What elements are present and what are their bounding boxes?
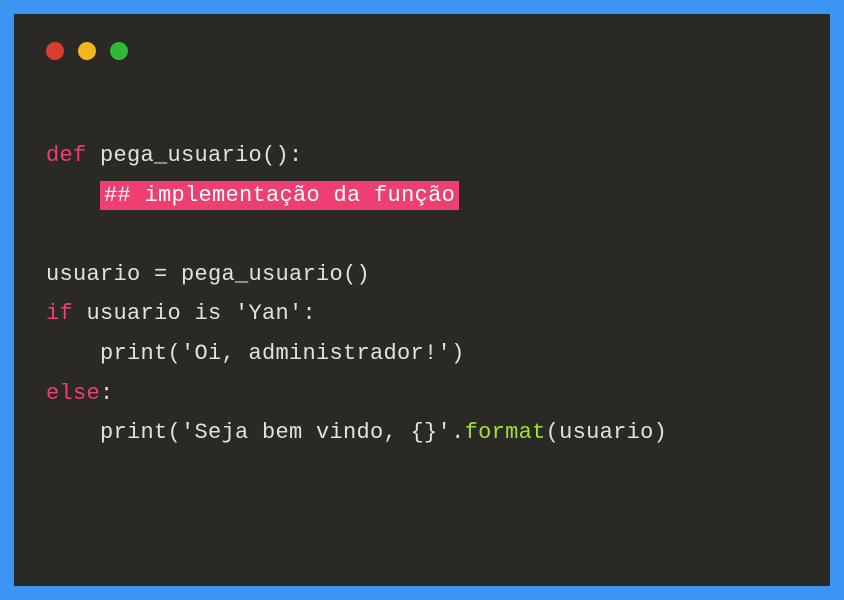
window-controls [46, 42, 798, 60]
method-call: format [465, 420, 546, 445]
code-text: usuario = pega_usuario() [46, 262, 370, 287]
indent [46, 183, 100, 208]
maximize-button[interactable] [110, 42, 128, 60]
keyword-else: else [46, 381, 100, 406]
code-text: usuario is 'Yan': [73, 301, 316, 326]
code-text: pega_usuario(): [87, 143, 303, 168]
code-text: : [100, 381, 114, 406]
keyword-def: def [46, 143, 87, 168]
editor-window: def pega_usuario(): ## implementação da … [14, 14, 830, 586]
close-button[interactable] [46, 42, 64, 60]
code-text: print('Oi, administrador!') [46, 341, 465, 366]
code-text: print('Seja bem vindo, {}'. [46, 420, 465, 445]
code-text: (usuario) [546, 420, 668, 445]
minimize-button[interactable] [78, 42, 96, 60]
highlighted-comment: ## implementação da função [100, 181, 459, 210]
keyword-if: if [46, 301, 73, 326]
code-editor-content: def pega_usuario(): ## implementação da … [46, 136, 798, 453]
